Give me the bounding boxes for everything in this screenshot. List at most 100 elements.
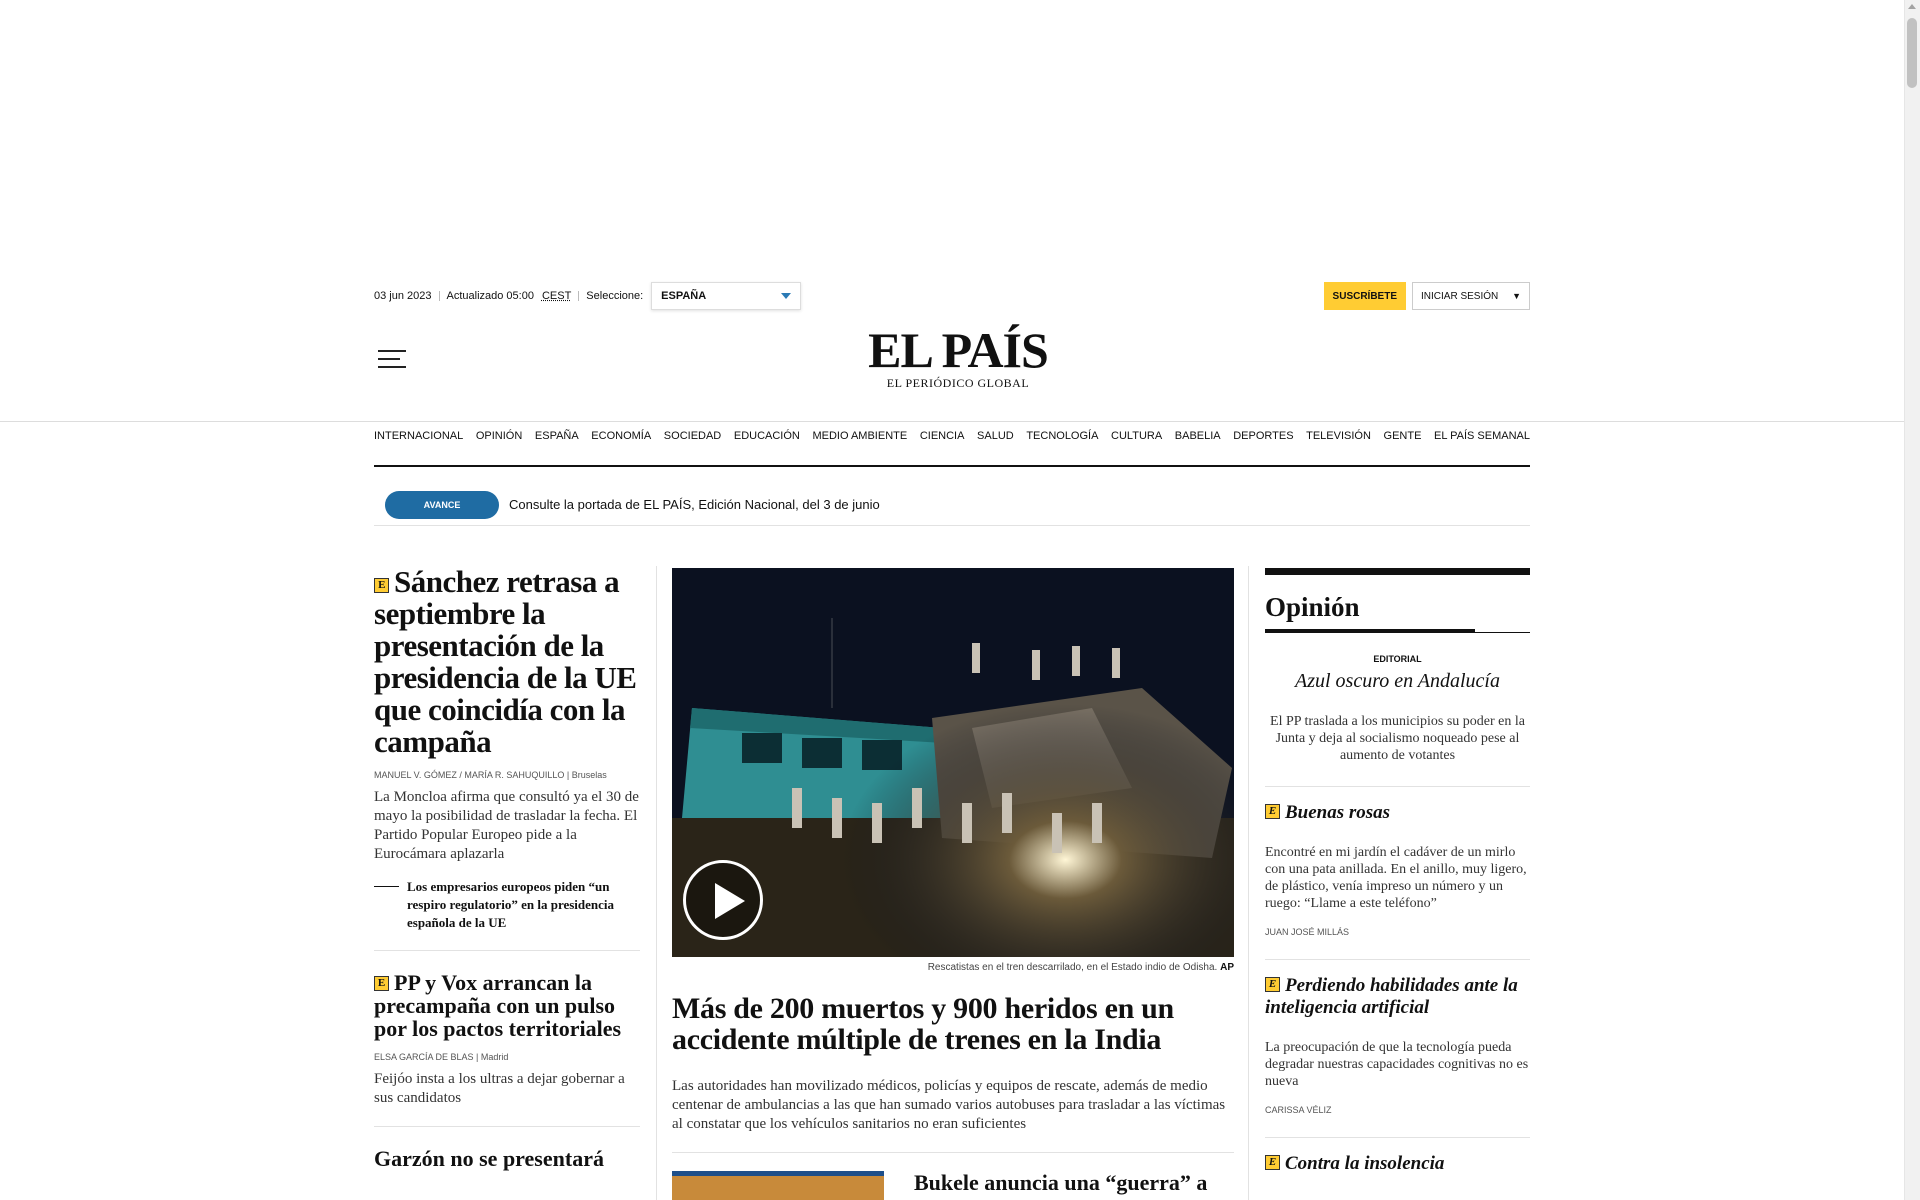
headline-text: Sánchez retrasa a septiembre la presenta… <box>374 564 637 759</box>
opinion-item-title[interactable]: E Perdiendo habilidades ante la inteligen… <box>1265 975 1530 1019</box>
editorial-summary: El PP traslada a los municipios su poder… <box>1270 714 1525 763</box>
updated-time: Actualizado 05:00 <box>446 290 534 302</box>
menu-icon[interactable] <box>378 350 406 368</box>
exclusive-badge: E <box>374 976 389 991</box>
nav-item[interactable]: SOCIEDAD <box>664 430 721 455</box>
summary: Feijóo insta a los ultras a dejar gobern… <box>374 1071 625 1106</box>
scrollbar[interactable] <box>1904 0 1920 1200</box>
byline: MANUEL V. GÓMEZ / MARÍA R. SAHUQUILLO | … <box>374 770 607 780</box>
site-logo[interactable]: EL PAÍS EL PERIÓDICO GLOBAL <box>858 324 1058 391</box>
headline[interactable]: E Sánchez retrasa a septiembre la present… <box>374 566 640 758</box>
ad-space <box>0 0 1904 270</box>
timezone: CEST <box>541 290 572 302</box>
nav-item[interactable]: INTERNACIONAL <box>374 430 463 455</box>
headline[interactable]: E PP y Vox arrancan la precampaña con un … <box>374 971 640 1040</box>
opinion-column: Opinión EDITORIAL Azul oscuro en Andaluc… <box>1265 568 1530 1175</box>
opinion-top-rule <box>1265 568 1530 575</box>
scroll-up-icon[interactable] <box>1908 4 1916 9</box>
masthead: EL PAÍS EL PERIÓDICO GLOBAL <box>374 322 1530 402</box>
editorial-label: EDITORIAL <box>1373 654 1422 664</box>
opinion-item-text: Contra la insolencia <box>1285 1153 1445 1174</box>
ticker: AVANCE Consulte la portada de EL PAÍS, E… <box>374 484 1530 526</box>
nav-item[interactable]: GENTE <box>1384 430 1422 455</box>
ticker-link[interactable]: Consulte la portada de EL PAÍS, Edición … <box>509 497 880 512</box>
top-bar: 03 jun 2023 Actualizado 05:00 CEST Selec… <box>374 282 1530 310</box>
divider <box>374 1126 640 1127</box>
account-actions: SUSCRÍBETE INICIAR SESIÓN ▼ <box>1323 282 1530 310</box>
login-label: INICIAR SESIÓN <box>1421 290 1499 302</box>
column-divider <box>1248 566 1249 1200</box>
play-icon[interactable] <box>683 860 763 940</box>
nav-item[interactable]: TECNOLOGÍA <box>1026 430 1098 455</box>
headline[interactable]: Bukele anuncia una “guerra” a <box>914 1171 1207 1200</box>
nav-item[interactable]: ECONOMÍA <box>591 430 651 455</box>
photo-credit: AP <box>1220 962 1234 973</box>
chevron-down-icon <box>781 293 792 299</box>
caption-text: Rescatistas en el tren descarrilado, en … <box>927 962 1218 973</box>
nav-divider <box>0 421 1904 422</box>
logo-tagline: EL PERIÓDICO GLOBAL <box>886 376 1030 390</box>
exclusive-badge: E <box>1265 977 1280 992</box>
related-link[interactable]: Los empresarios europeos piden “un respi… <box>374 878 640 932</box>
opinion-item-title[interactable]: E Contra la insolencia <box>1265 1153 1530 1175</box>
exclusive-badge: E <box>374 578 389 593</box>
nav-item[interactable]: BABELIA <box>1175 430 1221 455</box>
exclusive-badge: E <box>1265 804 1280 819</box>
edition-value: ESPAÑA <box>661 290 707 302</box>
login-button[interactable]: INICIAR SESIÓN ▼ <box>1412 282 1530 310</box>
nav-bottom-rule <box>374 465 1530 467</box>
divider <box>374 950 640 951</box>
nav-item[interactable]: EDUCACIÓN <box>734 430 800 455</box>
opinion-author[interactable]: CARISSA VÉLIZ <box>1265 1105 1530 1115</box>
nav-item[interactable]: ESPAÑA <box>535 430 579 455</box>
headline[interactable]: Garzón no se presentará <box>374 1147 640 1170</box>
nav-item[interactable]: MEDIO AMBIENTE <box>812 430 907 455</box>
column-divider <box>656 566 657 1200</box>
opinion-item-summary: La preocupación de que la tecnología pue… <box>1265 1040 1529 1089</box>
logo-name: EL PAÍS <box>868 322 1049 378</box>
exclusive-badge: E <box>1265 1155 1280 1170</box>
dash-icon <box>374 886 399 887</box>
section-nav: INTERNACIONAL OPINIÓN ESPAÑA ECONOMÍA SO… <box>374 430 1530 455</box>
divider <box>1265 1137 1530 1138</box>
divider <box>438 291 440 301</box>
opinion-title[interactable]: Opinión <box>1265 592 1530 622</box>
editorial-title[interactable]: Azul oscuro en Andalucía <box>1265 670 1530 693</box>
lead-headline[interactable]: Más de 200 muertos y 900 heridos en un a… <box>672 993 1234 1055</box>
scroll-thumb[interactable] <box>1907 18 1917 88</box>
opinion-item-text: Buenas rosas <box>1285 802 1391 823</box>
byline: ELSA GARCÍA DE BLAS | Madrid <box>374 1052 509 1062</box>
divider <box>672 1152 1234 1153</box>
center-column: Rescatistas en el tren descarrilado, en … <box>672 568 1234 1200</box>
opinion-item-summary: Encontré en mi jardín el cadáver de un m… <box>1265 845 1527 911</box>
divider <box>578 291 580 301</box>
avance-badge[interactable]: AVANCE <box>385 490 499 519</box>
lead-video[interactable] <box>672 568 1234 957</box>
headline-text: PP y Vox arrancan la precampaña con un p… <box>374 970 622 1041</box>
opinion-author[interactable]: JUAN JOSÉ MILLÁS <box>1265 927 1530 937</box>
opinion-item-title[interactable]: E Buenas rosas <box>1265 802 1530 824</box>
nav-item[interactable]: OPINIÓN <box>476 430 522 455</box>
current-date: 03 jun 2023 <box>374 290 432 302</box>
caret-down-icon: ▼ <box>1512 291 1521 301</box>
related-text: Los empresarios europeos piden “un respi… <box>407 879 615 930</box>
edition-select[interactable]: ESPAÑA <box>651 282 802 310</box>
summary: La Moncloa afirma que consultó ya el 30 … <box>374 789 639 862</box>
edition-select-label: Seleccione: <box>586 290 644 302</box>
nav-item[interactable]: DEPORTES <box>1233 430 1293 455</box>
nav-item[interactable]: CIENCIA <box>920 430 965 455</box>
story-thumbnail[interactable] <box>672 1171 884 1200</box>
lead-summary: Las autoridades han movilizado médicos, … <box>672 1078 1226 1132</box>
photo-caption: Rescatistas en el tren descarrilado, en … <box>672 962 1234 973</box>
nav-item[interactable]: TELEVISIÓN <box>1306 430 1371 455</box>
nav-item[interactable]: CULTURA <box>1111 430 1162 455</box>
opinion-item-text: Perdiendo habilidades ante la inteligenc… <box>1265 975 1518 1018</box>
divider <box>1265 959 1530 960</box>
divider <box>1265 786 1530 787</box>
left-column: E Sánchez retrasa a septiembre la present… <box>374 566 640 1170</box>
opinion-underline <box>1265 629 1530 633</box>
nav-item[interactable]: EL PAÍS SEMANAL <box>1434 430 1530 455</box>
subscribe-button[interactable]: SUSCRÍBETE <box>1323 282 1406 310</box>
nav-item[interactable]: SALUD <box>977 430 1014 455</box>
secondary-story[interactable]: Bukele anuncia una “guerra” a <box>672 1171 1234 1200</box>
